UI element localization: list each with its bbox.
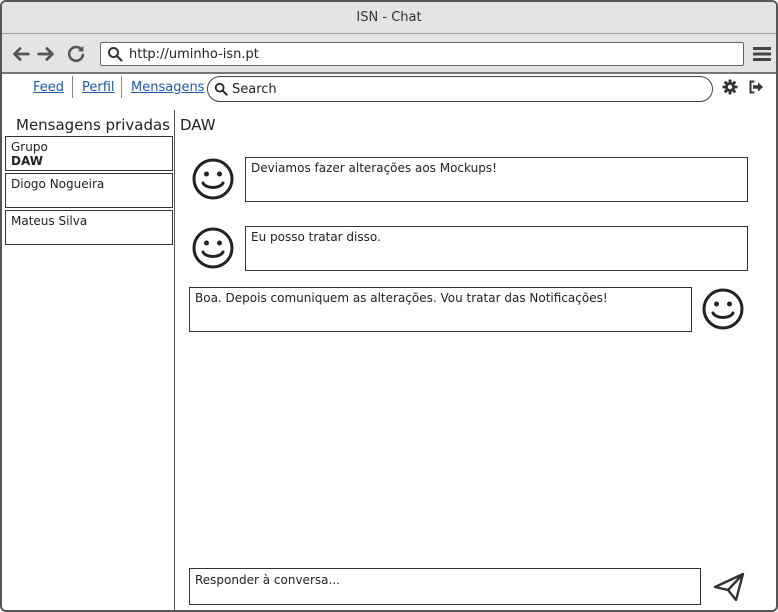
search-input[interactable] — [232, 81, 692, 97]
search-box[interactable] — [207, 76, 713, 102]
logout-icon[interactable] — [748, 79, 764, 95]
message-bubble: Deviamos fazer alterações aos Mockups! — [245, 157, 748, 202]
send-icon[interactable] — [712, 570, 746, 604]
sidebar-title: Mensagens privadas — [16, 116, 170, 134]
conversation-item-mateus-silva[interactable]: Mateus Silva — [5, 210, 173, 245]
message-bubble-own: Boa. Depois comuniquem as alterações. Vo… — [189, 287, 692, 332]
tab-feed[interactable]: Feed — [23, 76, 74, 98]
reply-input[interactable] — [190, 569, 700, 604]
conversation-item-diogo-nogueira[interactable]: Diogo Nogueira — [5, 173, 173, 208]
tab-mensagens[interactable]: Mensagens — [121, 76, 214, 98]
search-icon — [108, 47, 123, 62]
nav-bar: Feed Perfil Mensagens — [2, 74, 776, 102]
window-title: ISN - Chat — [2, 2, 776, 34]
gear-icon[interactable] — [722, 79, 738, 95]
conversation-label: Diogo Nogueira — [11, 177, 105, 191]
smiley-face-icon — [191, 157, 235, 201]
reload-icon[interactable] — [65, 43, 87, 65]
smiley-face-icon — [191, 226, 235, 270]
tab-perfil[interactable]: Perfil — [72, 76, 125, 98]
search-icon — [214, 82, 228, 96]
hamburger-menu-icon[interactable] — [752, 44, 772, 64]
browser-toolbar: http://uminho-isn.pt — [2, 34, 776, 74]
chat-title: DAW — [180, 116, 216, 134]
conversation-label: Mateus Silva — [11, 214, 88, 228]
conversation-item-grupo-daw[interactable]: Grupo DAW — [5, 136, 173, 171]
address-bar[interactable]: http://uminho-isn.pt — [100, 42, 744, 66]
conversation-label: Grupo — [11, 140, 48, 154]
browser-window: ISN - Chat http://uminho-isn.pt Feed Per… — [0, 0, 778, 612]
message-bubble: Eu posso tratar disso. — [245, 226, 748, 271]
forward-arrow-icon[interactable] — [35, 43, 57, 65]
back-arrow-icon[interactable] — [10, 43, 32, 65]
reply-box[interactable] — [189, 568, 701, 605]
smiley-face-icon — [701, 287, 745, 331]
private-messages-sidebar: Mensagens privadas Grupo DAW Diogo Nogue… — [2, 110, 175, 610]
url-text: http://uminho-isn.pt — [129, 46, 259, 62]
conversation-group-name: DAW — [11, 154, 43, 168]
